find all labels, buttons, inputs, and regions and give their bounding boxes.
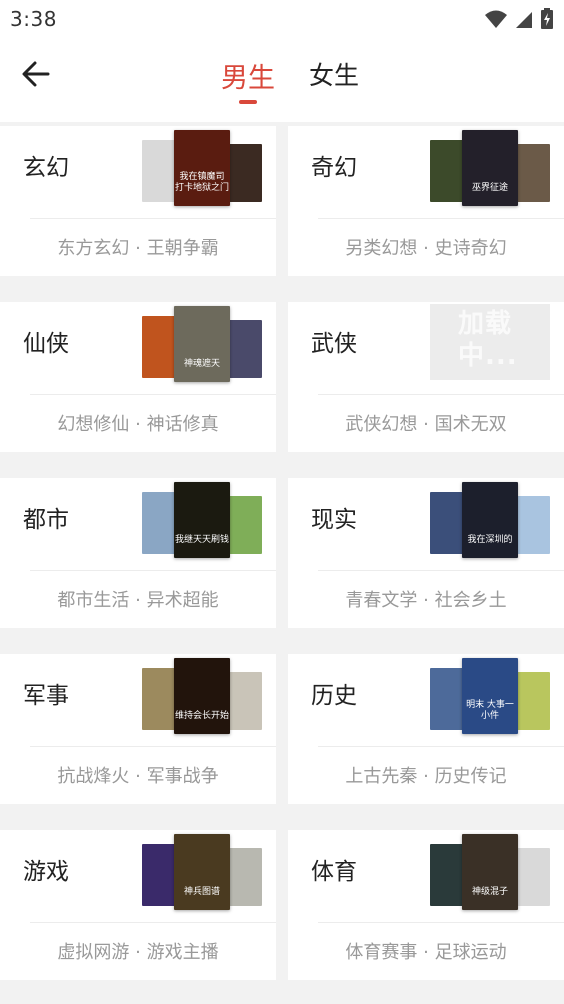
book-covers: 神兵图谱	[142, 834, 262, 910]
book-cover	[142, 844, 178, 906]
category-title: 历史	[311, 683, 357, 709]
card-divider	[30, 570, 276, 571]
category-card[interactable]: 体育神级混子体育赛事 · 足球运动	[288, 830, 564, 980]
book-covers: 我在镇魔司 打卡地狱之门	[142, 130, 262, 206]
book-cover	[430, 140, 466, 202]
book-cover-title: 我继天天刷钱	[174, 535, 229, 545]
book-covers: 神级混子	[430, 834, 550, 910]
category-title: 都市	[23, 507, 69, 533]
book-covers: 明末 大事一小件	[430, 658, 550, 734]
book-cover-title: 巫界征途	[471, 183, 508, 193]
category-subtitle: 虚拟网游 · 游戏主播	[57, 942, 219, 963]
category-card[interactable]: 现实我在深圳的青春文学 · 社会乡土	[288, 478, 564, 628]
card-divider	[30, 746, 276, 747]
category-card[interactable]: 玄幻我在镇魔司 打卡地狱之门东方玄幻 · 王朝争霸	[0, 126, 276, 276]
category-subtitle: 武侠幻想 · 国术无双	[345, 414, 507, 435]
book-cover	[430, 668, 466, 730]
book-covers: 维持会长开始	[142, 658, 262, 734]
category-subtitle: 上古先秦 · 历史传记	[345, 766, 507, 787]
book-cover	[142, 668, 178, 730]
category-title: 奇幻	[311, 155, 357, 181]
category-card[interactable]: 军事维持会长开始抗战烽火 · 军事战争	[0, 654, 276, 804]
book-cover-title: 神兵图谱	[183, 887, 220, 897]
book-cover	[430, 492, 466, 554]
category-title: 玄幻	[23, 155, 69, 181]
book-covers: 我继天天刷钱	[142, 482, 262, 558]
category-card[interactable]: 游戏神兵图谱虚拟网游 · 游戏主播	[0, 830, 276, 980]
status-bar: 3:38	[0, 0, 564, 38]
book-covers: 巫界征途	[430, 130, 550, 206]
book-cover	[142, 492, 178, 554]
book-cover-front: 神兵图谱	[174, 834, 230, 910]
status-time: 3:38	[10, 7, 57, 31]
book-cover-title: 我在深圳的	[467, 535, 513, 545]
book-cover-title: 维持会长开始	[174, 711, 229, 721]
category-title: 现实	[311, 507, 357, 533]
card-divider	[318, 746, 564, 747]
book-cover	[228, 848, 262, 906]
gender-tabs: 男生 女生	[0, 38, 564, 122]
book-cover-front: 我在深圳的	[462, 482, 518, 558]
book-cover-title: 明末 大事一小件	[466, 700, 514, 721]
book-cover	[228, 144, 262, 202]
category-subtitle: 另类幻想 · 史诗奇幻	[345, 238, 507, 259]
book-cover	[228, 320, 262, 378]
book-cover-front: 维持会长开始	[174, 658, 230, 734]
book-cover-title: 我在镇魔司 打卡地狱之门	[174, 172, 229, 193]
category-card[interactable]: 都市我继天天刷钱都市生活 · 异术超能	[0, 478, 276, 628]
card-divider	[30, 922, 276, 923]
nav-bar: 男生 女生	[0, 38, 564, 122]
battery-icon	[541, 8, 553, 29]
category-title: 体育	[311, 859, 357, 885]
category-subtitle: 东方玄幻 · 王朝争霸	[57, 238, 219, 259]
category-title: 武侠	[311, 331, 357, 357]
book-cover-front: 神魂遮天	[174, 306, 230, 382]
category-subtitle: 都市生活 · 异术超能	[57, 590, 219, 611]
book-covers: 神魂遮天	[142, 306, 262, 382]
signal-icon	[516, 12, 532, 28]
book-cover	[516, 672, 550, 730]
active-tab-indicator	[239, 100, 257, 104]
loading-text: 加载中...	[458, 309, 518, 371]
loading-placeholder: 加载中...	[430, 304, 550, 380]
tab-male[interactable]: 男生	[221, 56, 275, 95]
book-cover	[516, 144, 550, 202]
book-cover-title: 神魂遮天	[183, 359, 220, 369]
category-card[interactable]: 历史明末 大事一小件上古先秦 · 历史传记	[288, 654, 564, 804]
book-cover	[228, 672, 262, 730]
book-cover	[142, 140, 178, 202]
card-divider	[30, 394, 276, 395]
card-divider	[30, 218, 276, 219]
book-covers: 我在深圳的	[430, 482, 550, 558]
category-subtitle: 体育赛事 · 足球运动	[345, 942, 507, 963]
wifi-icon	[485, 10, 507, 28]
book-cover-front: 巫界征途	[462, 130, 518, 206]
category-card[interactable]: 武侠 加载中... 武侠幻想 · 国术无双	[288, 302, 564, 452]
card-divider	[318, 218, 564, 219]
book-cover-front: 我在镇魔司 打卡地狱之门	[174, 130, 230, 206]
book-cover-front: 神级混子	[462, 834, 518, 910]
book-cover	[516, 848, 550, 906]
category-subtitle: 青春文学 · 社会乡土	[345, 590, 507, 611]
status-icons	[484, 8, 554, 30]
category-title: 游戏	[23, 859, 69, 885]
category-title: 军事	[23, 683, 69, 709]
card-divider	[318, 394, 564, 395]
tab-female[interactable]: 女生	[309, 56, 359, 92]
book-cover-front: 我继天天刷钱	[174, 482, 230, 558]
card-divider	[318, 570, 564, 571]
book-cover-title: 神级混子	[471, 887, 508, 897]
category-subtitle: 幻想修仙 · 神话修真	[57, 414, 219, 435]
book-cover	[430, 844, 466, 906]
category-card[interactable]: 仙侠神魂遮天幻想修仙 · 神话修真	[0, 302, 276, 452]
card-divider	[318, 922, 564, 923]
category-title: 仙侠	[23, 331, 69, 357]
book-cover-front: 明末 大事一小件	[462, 658, 518, 734]
category-subtitle: 抗战烽火 · 军事战争	[57, 766, 219, 787]
book-cover	[228, 496, 262, 554]
book-cover	[142, 316, 178, 378]
book-cover	[516, 496, 550, 554]
category-card[interactable]: 奇幻巫界征途另类幻想 · 史诗奇幻	[288, 126, 564, 276]
